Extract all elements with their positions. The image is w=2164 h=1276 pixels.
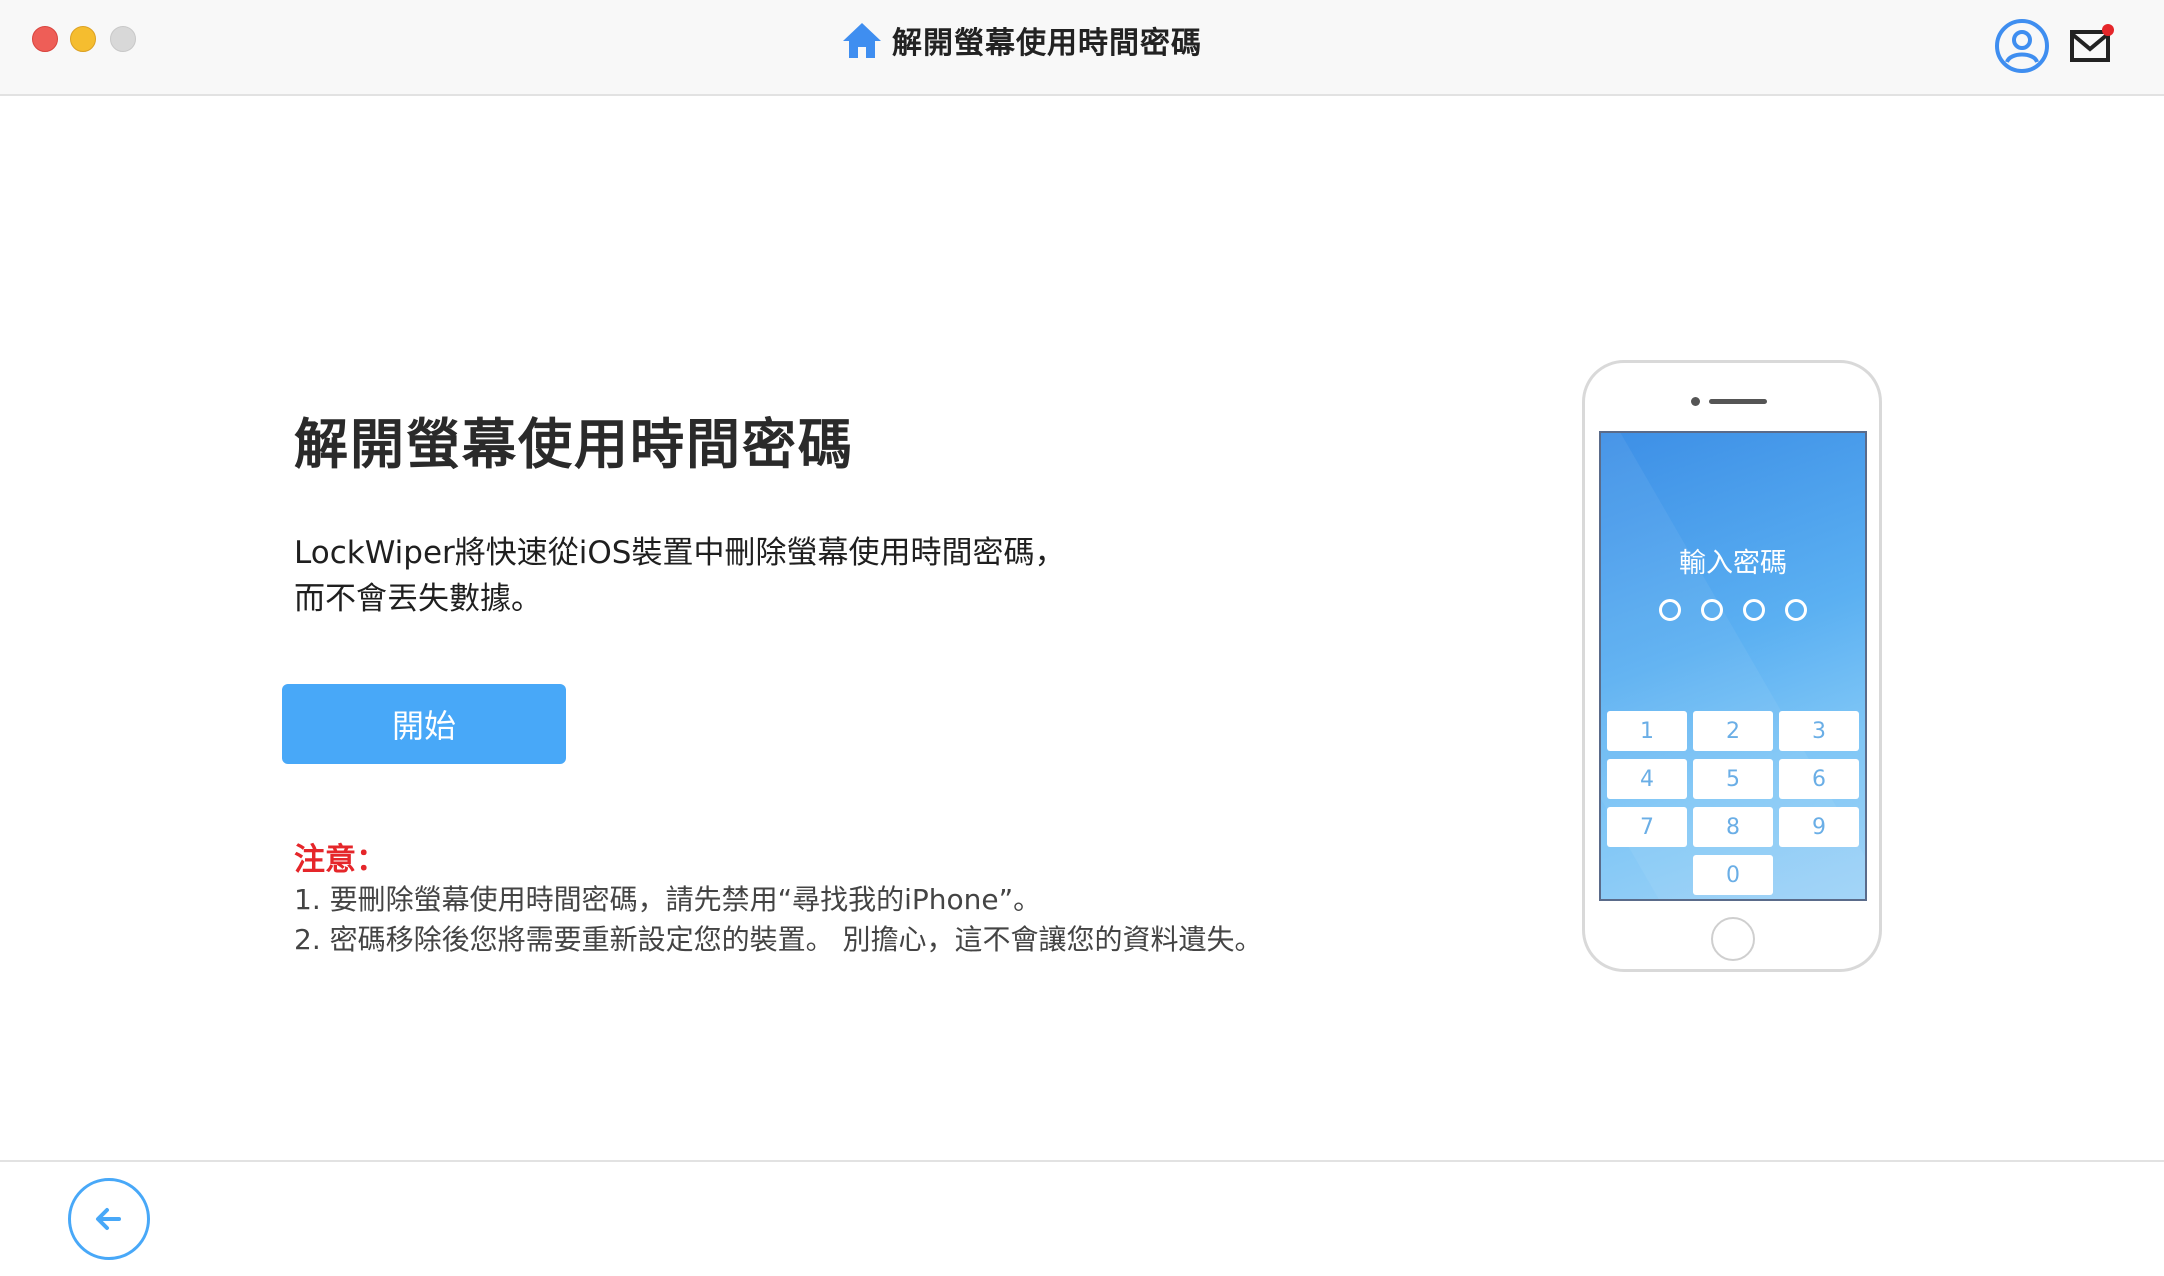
app-window: 解開螢幕使用時間密碼 解開螢幕使用時間密碼 LockWiper將快速從iOS裝置… [0,0,2164,1276]
keypad-key: 8 [1693,807,1773,847]
keypad-key: 2 [1693,711,1773,751]
window-zoom-button[interactable] [110,26,136,52]
keypad-key: 5 [1693,759,1773,799]
passcode-dot [1659,599,1681,621]
back-button[interactable] [68,1178,150,1260]
footer-divider [0,1160,2164,1162]
keypad-key: 6 [1779,759,1859,799]
window-title: 解開螢幕使用時間密碼 [892,26,1202,61]
note-item-1: 1. 要刪除螢幕使用時間密碼，請先禁用“尋找我的iPhone”。 [294,883,1042,916]
mail-icon[interactable] [2068,22,2116,66]
keypad-key: 4 [1607,759,1687,799]
keypad-key: 0 [1693,855,1773,895]
keypad-key: 9 [1779,807,1859,847]
note-item-2: 2. 密碼移除後您將需要重新設定您的裝置。 別擔心，這不會讓您的資料遺失。 [294,923,1263,956]
description-line-1: LockWiper將快速從iOS裝置中刪除螢幕使用時間密碼， [294,535,1066,571]
start-button[interactable]: 開始 [282,684,566,764]
window-minimize-button[interactable] [70,26,96,52]
passcode-dot [1701,599,1723,621]
description-line-2: 而不會丟失數據。 [294,581,542,617]
phone-speaker [1709,399,1767,404]
description: LockWiper將快速從iOS裝置中刪除螢幕使用時間密碼， 而不會丟失數據。 [294,530,1065,622]
page-heading: 解開螢幕使用時間密碼 [294,413,854,476]
title-bar: 解開螢幕使用時間密碼 [0,0,2164,96]
back-arrow-icon [96,1208,121,1230]
note-title: 注意： [294,842,387,878]
user-avatar-icon[interactable] [1994,18,2050,74]
window-title-group: 解開螢幕使用時間密碼 [840,18,1202,62]
phone-screen: 輸入密碼 1 2 3 4 5 6 7 8 9 0 [1599,431,1867,901]
keypad-key: 7 [1607,807,1687,847]
passcode-prompt: 輸入密碼 [1679,548,1787,579]
note-list: 1. 要刪除螢幕使用時間密碼，請先禁用“尋找我的iPhone”。 2. 密碼移除… [294,880,1263,960]
passcode-dot [1743,599,1765,621]
home-icon[interactable] [840,18,884,62]
keypad-key: 1 [1607,711,1687,751]
passcode-dots [1601,599,1865,621]
window-close-button[interactable] [32,26,58,52]
keypad-key: 3 [1779,711,1859,751]
notification-badge [2102,24,2114,36]
phone-home-button [1711,917,1755,961]
passcode-dot [1785,599,1807,621]
phone-illustration: 輸入密碼 1 2 3 4 5 6 7 8 9 0 [1582,360,1882,972]
phone-camera [1691,397,1700,406]
